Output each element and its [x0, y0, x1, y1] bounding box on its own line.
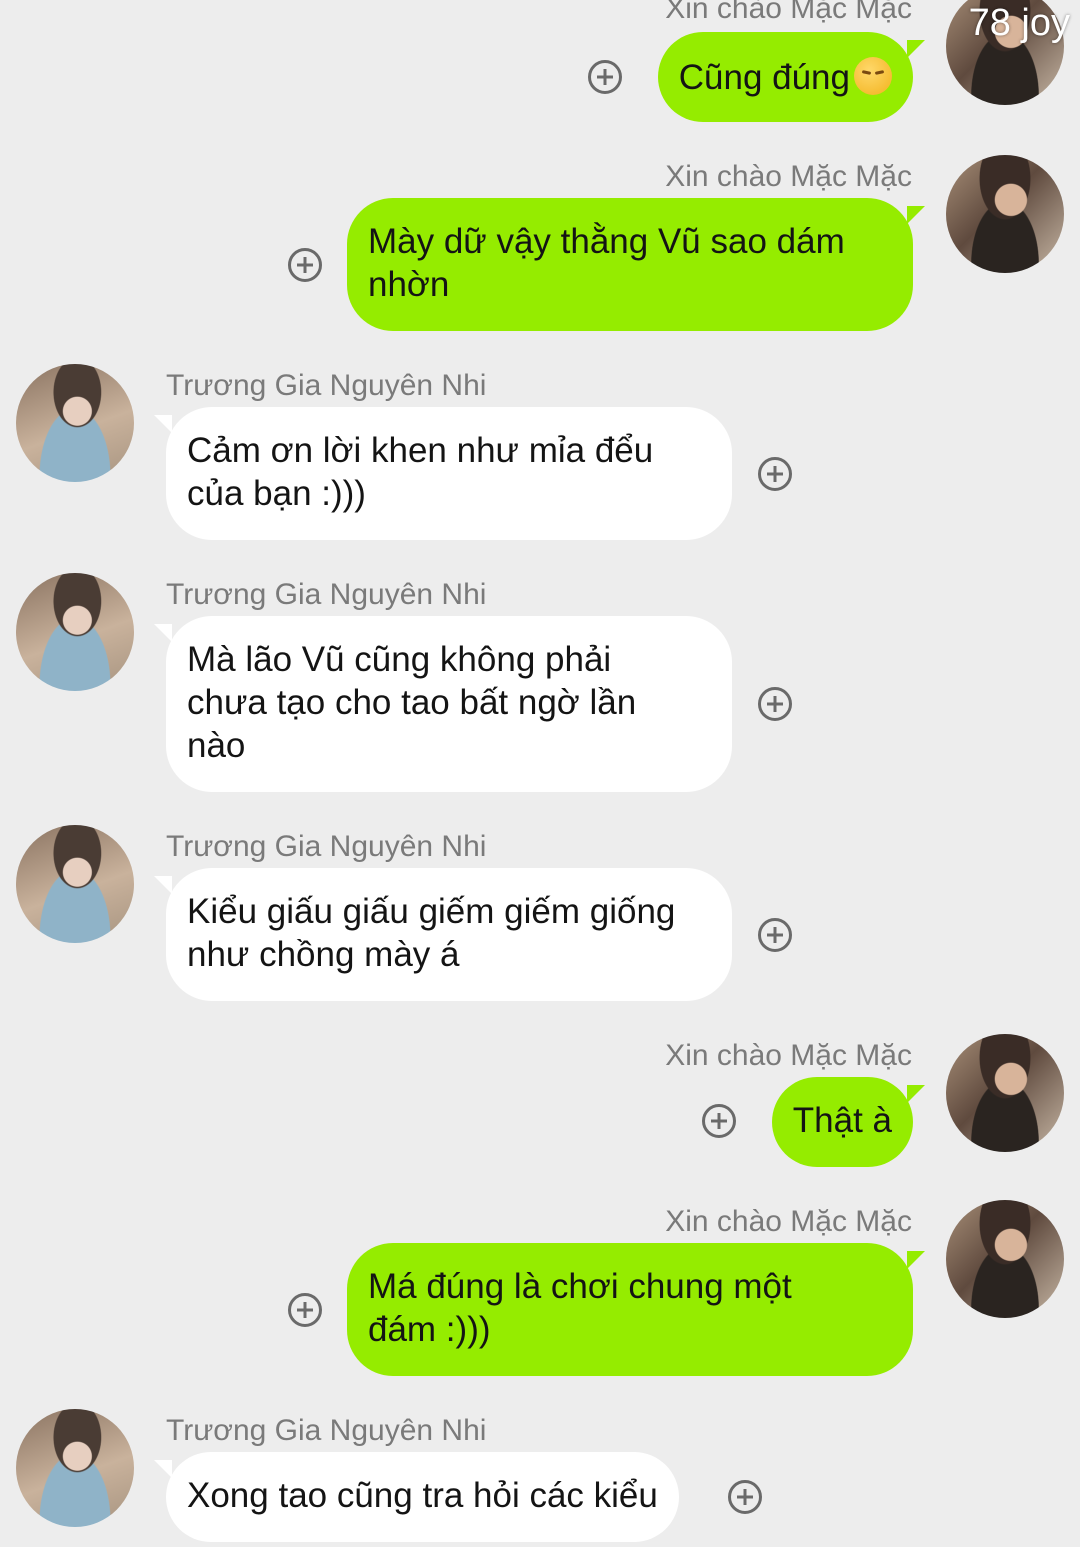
message-bubble[interactable]: Mà lão Vũ cũng không phải chưa tạo cho t… [154, 616, 732, 792]
avatar[interactable] [16, 573, 134, 691]
message-text: Thật à [792, 1101, 892, 1140]
sender-name: Xin chào Mặc Mặc [665, 1205, 912, 1238]
bubble-tail [154, 624, 172, 642]
sender-name: Trương Gia Nguyên Nhi [166, 830, 487, 863]
sender-name: Trương Gia Nguyên Nhi [166, 369, 487, 402]
message-text: Mà lão Vũ cũng không phải chưa tạo cho t… [187, 640, 637, 765]
message-bubble[interactable]: Cảm ơn lời khen như mỉa đểu của bạn :))) [154, 407, 732, 540]
avatar[interactable] [946, 1200, 1064, 1318]
add-reaction-icon[interactable] [702, 1104, 736, 1138]
bubble-tail [907, 206, 925, 224]
message-bubble[interactable]: Cũng đúng [657, 32, 925, 122]
bubble-tail [907, 1085, 925, 1103]
sender-name: Xin chào Mặc Mặc [665, 0, 912, 25]
message-bubble[interactable]: Mày dữ vậy thằng Vũ sao dám nhờn [347, 198, 925, 331]
sender-name: Trương Gia Nguyên Nhi [166, 1414, 487, 1447]
bubble-tail [907, 40, 925, 58]
avatar[interactable] [946, 155, 1064, 273]
pensive-face-emoji-icon [854, 57, 892, 95]
bubble-tail [154, 415, 172, 433]
add-reaction-icon[interactable] [728, 1480, 762, 1514]
add-reaction-icon[interactable] [758, 687, 792, 721]
chat-view[interactable]: Xin chào Mặc Mặc Cũng đúng Xin chào Mặc … [0, 0, 1080, 1547]
add-reaction-icon[interactable] [588, 60, 622, 94]
avatar[interactable] [16, 364, 134, 482]
message-text: Cảm ơn lời khen như mỉa đểu của bạn :))) [187, 431, 654, 513]
add-reaction-icon[interactable] [758, 918, 792, 952]
message-text: Mày dữ vậy thằng Vũ sao dám nhờn [368, 222, 845, 304]
avatar[interactable] [16, 825, 134, 943]
sender-name: Xin chào Mặc Mặc [665, 160, 912, 193]
sender-name: Trương Gia Nguyên Nhi [166, 578, 487, 611]
add-reaction-icon[interactable] [758, 457, 792, 491]
message-text: Má đúng là chơi chung một đám :))) [368, 1267, 792, 1349]
message-text: Xong tao cũng tra hỏi các kiểu [187, 1476, 658, 1515]
bubble-tail [154, 1460, 172, 1478]
message-bubble[interactable]: Thật à [771, 1077, 925, 1167]
avatar[interactable] [946, 1034, 1064, 1152]
watermark: 78 joy [968, 2, 1070, 44]
bubble-tail [907, 1251, 925, 1269]
message-text: Kiểu giấu giấu giếm giếm giống như chồng… [187, 892, 676, 974]
add-reaction-icon[interactable] [288, 248, 322, 282]
message-bubble[interactable]: Má đúng là chơi chung một đám :))) [347, 1243, 925, 1376]
message-bubble[interactable]: Xong tao cũng tra hỏi các kiểu [154, 1452, 679, 1542]
message-bubble[interactable]: Kiểu giấu giấu giếm giếm giống như chồng… [154, 868, 732, 1001]
avatar[interactable] [16, 1409, 134, 1527]
sender-name: Xin chào Mặc Mặc [665, 1039, 912, 1072]
add-reaction-icon[interactable] [288, 1293, 322, 1327]
bubble-tail [154, 876, 172, 894]
message-text: Cũng đúng [678, 58, 850, 97]
